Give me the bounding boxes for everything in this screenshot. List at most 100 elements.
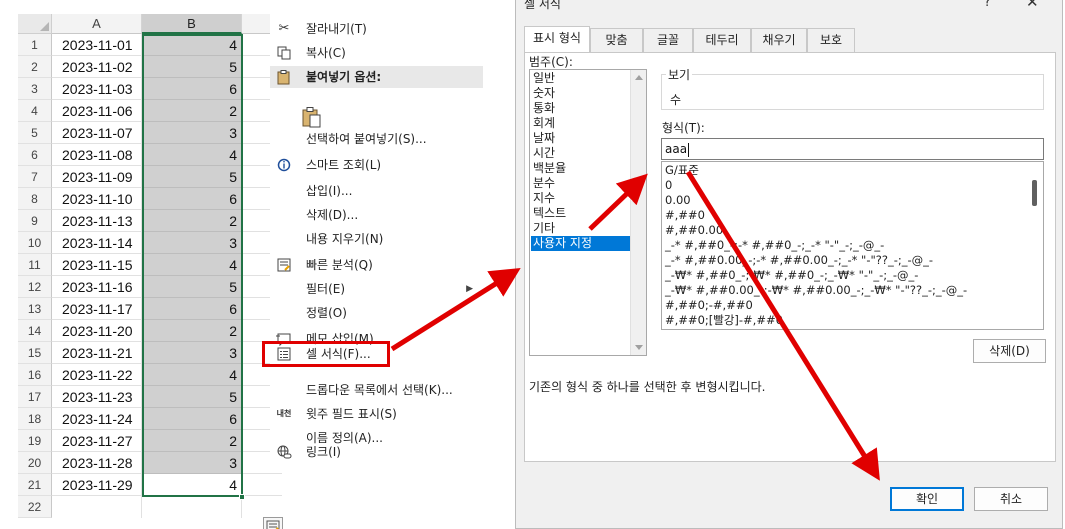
format-list[interactable]: G/표준 0 0.00 #,##0 #,##0.00 _-* #,##0_-;-* #,#… <box>661 161 1044 330</box>
row-number[interactable]: 22 <box>18 496 52 518</box>
cell-value[interactable]: 2 <box>142 320 242 342</box>
scroll-down-icon[interactable] <box>635 345 643 350</box>
row-number[interactable]: 11 <box>18 254 52 276</box>
menu-item-paste-special[interactable]: 선택하여 붙여넣기(S)... <box>270 128 483 150</box>
cell-date[interactable]: 2023-11-21 <box>52 342 142 364</box>
cell-value[interactable]: 4 <box>142 144 242 166</box>
format-item[interactable]: 0 <box>665 178 672 193</box>
row-number[interactable]: 5 <box>18 122 52 144</box>
row-number[interactable]: 20 <box>18 452 52 474</box>
cell-value[interactable]: 5 <box>142 276 242 298</box>
cell-empty[interactable] <box>242 474 282 496</box>
cell-value[interactable]: 4 <box>142 34 242 56</box>
cell-date[interactable]: 2023-11-28 <box>52 452 142 474</box>
menu-item-cut[interactable]: ✂ 잘라내기(T) <box>270 18 483 40</box>
cell-date[interactable]: 2023-11-07 <box>52 122 142 144</box>
menu-item-insert[interactable]: 삽입(I)... <box>270 180 483 202</box>
category-scrollbar[interactable] <box>630 70 646 355</box>
format-item[interactable]: _-₩* #,##0.00_-;-₩* #,##0.00_-;_-₩* "-"?… <box>665 283 967 298</box>
tab-alignment[interactable]: 맞춤 <box>590 28 643 52</box>
row-number[interactable]: 10 <box>18 232 52 254</box>
cell-value[interactable]: 5 <box>142 386 242 408</box>
cell-value[interactable]: 6 <box>142 188 242 210</box>
format-item[interactable]: _-₩* #,##0_-;-₩* #,##0_-;_-₩* "-"_-;_-@_… <box>665 268 918 283</box>
scroll-up-icon[interactable] <box>635 75 643 80</box>
format-item[interactable]: _-* #,##0.00_-;-* #,##0.00_-;_-* "-"??_-… <box>665 253 933 268</box>
category-item[interactable]: 기타 <box>531 221 631 236</box>
cell-value[interactable]: 2 <box>142 210 242 232</box>
cell-date[interactable]: 2023-11-14 <box>52 232 142 254</box>
cell-date[interactable]: 2023-11-23 <box>52 386 142 408</box>
row-number[interactable]: 6 <box>18 144 52 166</box>
cell-value[interactable]: 4 <box>142 474 242 496</box>
tab-font[interactable]: 글꼴 <box>643 28 693 52</box>
row-number[interactable]: 18 <box>18 408 52 430</box>
paste-option-icon[interactable] <box>301 106 323 128</box>
category-item[interactable]: 날짜 <box>531 131 631 146</box>
row-number[interactable]: 13 <box>18 298 52 320</box>
menu-item-link[interactable]: 링크(I) <box>270 441 483 463</box>
cell-value[interactable]: 5 <box>142 56 242 78</box>
cell-date[interactable]: 2023-11-10 <box>52 188 142 210</box>
menu-item-sort[interactable]: 정렬(O) <box>270 302 483 324</box>
help-button[interactable]: ? <box>984 0 991 10</box>
row-number[interactable]: 14 <box>18 320 52 342</box>
cell-date[interactable]: 2023-11-29 <box>52 474 142 496</box>
cell-date[interactable]: 2023-11-02 <box>52 56 142 78</box>
tab-border[interactable]: 테두리 <box>693 28 751 52</box>
ok-button[interactable]: 확인 <box>890 487 964 511</box>
cell-date[interactable]: 2023-11-27 <box>52 430 142 452</box>
quick-analysis-button[interactable] <box>263 517 283 529</box>
tab-protection[interactable]: 보호 <box>807 28 855 52</box>
menu-item-smart-lookup[interactable]: 스마트 조회(L) <box>270 154 483 176</box>
row-number[interactable]: 12 <box>18 276 52 298</box>
category-item[interactable]: 시간 <box>531 146 631 161</box>
cell-date[interactable]: 2023-11-03 <box>52 78 142 100</box>
cell-date[interactable]: 2023-11-09 <box>52 166 142 188</box>
cell-date[interactable]: 2023-11-13 <box>52 210 142 232</box>
cell-value[interactable]: 6 <box>142 78 242 100</box>
format-type-input[interactable]: aaa <box>661 138 1044 160</box>
row-number[interactable]: 9 <box>18 210 52 232</box>
cancel-button[interactable]: 취소 <box>974 487 1048 511</box>
row-number[interactable]: 7 <box>18 166 52 188</box>
cell-value[interactable]: 2 <box>142 100 242 122</box>
row-number[interactable]: 8 <box>18 188 52 210</box>
delete-button[interactable]: 삭제(D) <box>973 339 1046 363</box>
cell-date[interactable]: 2023-11-22 <box>52 364 142 386</box>
row-number[interactable]: 16 <box>18 364 52 386</box>
row-number[interactable]: 4 <box>18 100 52 122</box>
cell-value[interactable]: 3 <box>142 122 242 144</box>
menu-item-quick-analysis[interactable]: 빠른 분석(Q) <box>270 254 483 276</box>
format-item[interactable]: #,##0 <box>665 208 705 223</box>
cell-value[interactable]: 2 <box>142 430 242 452</box>
cell-value[interactable]: 6 <box>142 298 242 320</box>
row-number[interactable]: 3 <box>18 78 52 100</box>
category-item[interactable]: 회계 <box>531 116 631 131</box>
scroll-thumb[interactable] <box>1032 180 1037 206</box>
cell-date[interactable]: 2023-11-15 <box>52 254 142 276</box>
menu-item-delete[interactable]: 삭제(D)... <box>270 204 483 226</box>
fill-handle[interactable] <box>239 494 245 500</box>
cell-value[interactable]: 3 <box>142 232 242 254</box>
menu-item-clear-contents[interactable]: 내용 지우기(N) <box>270 228 483 250</box>
row-number[interactable]: 19 <box>18 430 52 452</box>
cell-b22[interactable] <box>142 496 242 518</box>
cell-value[interactable]: 5 <box>142 166 242 188</box>
category-item[interactable]: 숫자 <box>531 86 631 101</box>
column-header-a[interactable]: A <box>52 14 142 34</box>
format-item[interactable]: _-* #,##0_-;-* #,##0_-;_-* "-"_-;_-@_- <box>665 238 884 253</box>
close-icon[interactable]: ✕ <box>1026 0 1039 11</box>
cell-value[interactable]: 4 <box>142 364 242 386</box>
menu-item-format-cells[interactable]: 셀 서식(F)... <box>262 341 390 367</box>
tab-number[interactable]: 표시 형식 <box>524 26 590 53</box>
row-number[interactable]: 15 <box>18 342 52 364</box>
cell-date[interactable]: 2023-11-06 <box>52 100 142 122</box>
cell-value[interactable]: 6 <box>142 408 242 430</box>
cell-a22[interactable] <box>52 496 142 518</box>
category-item[interactable]: 사용자 지정 <box>531 236 631 251</box>
row-number[interactable]: 2 <box>18 56 52 78</box>
category-item[interactable]: 통화 <box>531 101 631 116</box>
cell-date[interactable]: 2023-11-17 <box>52 298 142 320</box>
cell-value[interactable]: 4 <box>142 254 242 276</box>
